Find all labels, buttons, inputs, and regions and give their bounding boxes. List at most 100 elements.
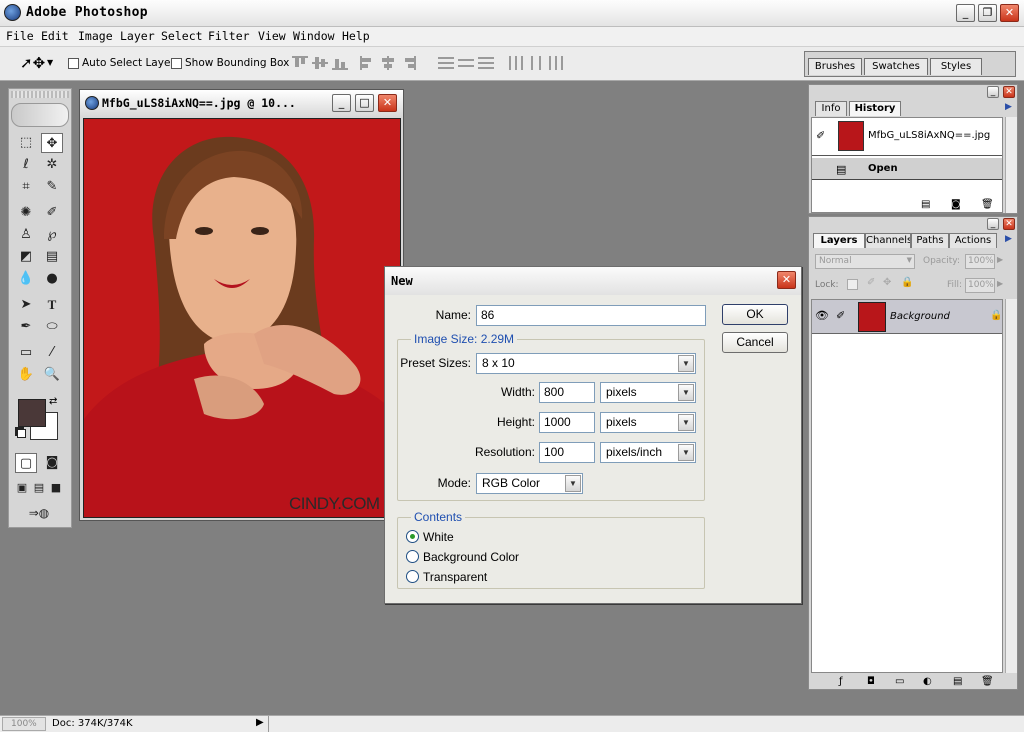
width-unit-select[interactable]: pixels ▼ (600, 382, 696, 403)
fill-slider-icon[interactable]: ▶ (997, 279, 1003, 288)
menu-view[interactable]: View (258, 29, 286, 43)
chevron-down-icon[interactable]: ▼ (678, 414, 694, 431)
radio-transparent-label[interactable]: Transparent (423, 570, 487, 584)
height-input[interactable]: 1000 (539, 412, 595, 433)
blend-mode-select[interactable]: Normal ▼ (815, 254, 915, 269)
path-selection-tool-icon[interactable]: ➤ (15, 295, 37, 315)
align-left-icon[interactable] (360, 56, 376, 70)
align-top-icon[interactable] (292, 56, 308, 70)
chevron-down-icon[interactable]: ▼ (678, 384, 694, 401)
distribute-center-icon[interactable] (458, 56, 474, 70)
pen-tool-icon[interactable]: ✒ (15, 317, 37, 337)
align-vertical-center-icon[interactable] (312, 56, 328, 70)
opacity-slider-icon[interactable]: ▶ (997, 255, 1003, 264)
healing-brush-tool-icon[interactable]: ✺ (15, 203, 37, 223)
history-brush-tool-icon[interactable]: ℘ (41, 225, 63, 245)
menu-edit[interactable]: Edit (41, 29, 69, 43)
eye-icon[interactable]: 👁 (815, 309, 829, 322)
layers-palette-minimize-button[interactable]: _ (987, 218, 999, 230)
foreground-color-swatch[interactable] (18, 399, 46, 427)
full-screen-menubar-mode-icon[interactable]: ▤ (30, 478, 48, 498)
chevron-down-icon[interactable]: ▼ (47, 58, 53, 67)
move-tool-icon[interactable]: ✥ (41, 133, 63, 153)
document-minimize-button[interactable]: _ (332, 94, 351, 112)
document-canvas[interactable]: CINDY.COM (83, 118, 401, 518)
chevron-down-icon[interactable]: ▼ (678, 355, 694, 372)
resolution-unit-select[interactable]: pixels/inch ▼ (600, 442, 696, 463)
menu-image[interactable]: Image (78, 29, 113, 43)
document-title-bar[interactable]: MfbG_uLS8iAxNQ==.jpg @ 10... _ □ ✕ (80, 90, 403, 117)
adobe-feather-logo-icon[interactable] (11, 103, 69, 127)
full-screen-mode-icon[interactable]: ■ (47, 478, 65, 498)
distribute-right-icon[interactable] (548, 56, 564, 70)
distribute-left-icon[interactable] (508, 56, 524, 70)
eraser-tool-icon[interactable]: ◩ (15, 247, 37, 267)
resolution-input[interactable]: 100 (539, 442, 595, 463)
tab-paths[interactable]: Paths (911, 233, 949, 248)
chevron-down-icon[interactable]: ▼ (678, 444, 694, 461)
tab-channels[interactable]: Channels (865, 233, 911, 248)
preset-sizes-select[interactable]: 8 x 10 ▼ (476, 353, 696, 374)
type-tool-icon[interactable]: T (41, 295, 63, 315)
tab-actions[interactable]: Actions (949, 233, 997, 248)
menu-help[interactable]: Help (342, 29, 370, 43)
tab-history[interactable]: History (849, 101, 901, 116)
layer-set-folder-icon[interactable]: ▭ (895, 676, 904, 687)
radio-white-label[interactable]: White (423, 530, 454, 544)
align-bottom-icon[interactable] (332, 56, 348, 70)
adjustment-layer-icon[interactable]: ◐ (923, 676, 932, 687)
photoshop-app-icon[interactable] (4, 4, 21, 21)
lasso-tool-icon[interactable]: ℓ (15, 155, 37, 175)
toolbox-grip[interactable] (11, 91, 69, 98)
history-state-row[interactable]: ▤ Open (812, 158, 1002, 180)
ok-button[interactable]: OK (722, 304, 788, 325)
layer-style-icon[interactable]: ƒ (839, 676, 843, 687)
height-unit-select[interactable]: pixels ▼ (600, 412, 696, 433)
document-close-button[interactable]: ✕ (378, 94, 397, 112)
history-brush-source-icon[interactable]: ✐ (816, 129, 825, 142)
eyedropper-tool-icon[interactable]: ⁄ (41, 343, 63, 363)
blur-tool-icon[interactable]: 💧 (15, 269, 37, 289)
jump-to-imageready-icon[interactable]: ⇒◍ (15, 503, 63, 523)
crop-tool-icon[interactable]: ⌗ (15, 177, 37, 197)
distribute-top-icon[interactable] (438, 56, 454, 70)
magic-wand-tool-icon[interactable]: ✲ (41, 155, 63, 175)
minimize-button[interactable]: _ (956, 4, 975, 22)
new-snapshot-icon[interactable]: ◙ (951, 199, 961, 210)
tab-styles[interactable]: Styles (930, 58, 982, 75)
restore-button[interactable]: ❐ (978, 4, 997, 22)
name-input[interactable]: 86 (476, 305, 706, 326)
menu-filter[interactable]: Filter (208, 29, 250, 43)
zoom-field[interactable]: 100% (2, 717, 46, 731)
quick-mask-mode-icon[interactable]: ◙ (41, 453, 63, 473)
cancel-button[interactable]: Cancel (722, 332, 788, 353)
trash-icon[interactable]: 🗑 (981, 199, 994, 210)
close-button[interactable]: ✕ (1000, 4, 1019, 22)
distribute-bottom-icon[interactable] (478, 56, 494, 70)
status-menu-arrow-icon[interactable]: ▶ (256, 717, 264, 728)
clone-stamp-tool-icon[interactable]: ♙ (15, 225, 37, 245)
standard-screen-mode-icon[interactable]: ▣ (13, 478, 31, 498)
history-palette-minimize-button[interactable]: _ (987, 86, 999, 98)
lock-all-icon[interactable]: 🔒 (901, 277, 913, 288)
hand-tool-icon[interactable]: ✋ (15, 365, 37, 385)
auto-select-layer-checkbox[interactable] (68, 58, 79, 69)
history-scrollbar[interactable] (1005, 117, 1017, 213)
new-document-from-state-icon[interactable]: ▤ (921, 199, 930, 210)
history-palette-close-button[interactable]: ✕ (1003, 86, 1015, 98)
gradient-tool-icon[interactable]: ▤ (41, 247, 63, 267)
history-snapshot-row[interactable]: ✐ MfbG_uLS8iAxNQ==.jpg (812, 118, 1002, 156)
tab-layers[interactable]: Layers (813, 233, 865, 248)
layer-row-background[interactable]: 👁 ✐ Background 🔒 (812, 300, 1002, 334)
chevron-down-icon[interactable]: ▼ (565, 475, 581, 492)
zoom-tool-icon[interactable]: 🔍 (41, 365, 63, 385)
menu-layer[interactable]: Layer (120, 29, 155, 43)
lock-position-icon[interactable]: ✥ (883, 277, 891, 288)
radio-transparent[interactable] (406, 570, 419, 583)
brush-tool-icon[interactable]: ✐ (41, 203, 63, 223)
lock-transparent-icon[interactable] (847, 279, 858, 290)
move-tool-preset-icon[interactable]: ➚✥ (20, 54, 45, 72)
tab-brushes[interactable]: Brushes (808, 58, 862, 75)
palette-menu-icon[interactable]: ▶ (1005, 102, 1012, 112)
slice-tool-icon[interactable]: ✎ (41, 177, 63, 197)
